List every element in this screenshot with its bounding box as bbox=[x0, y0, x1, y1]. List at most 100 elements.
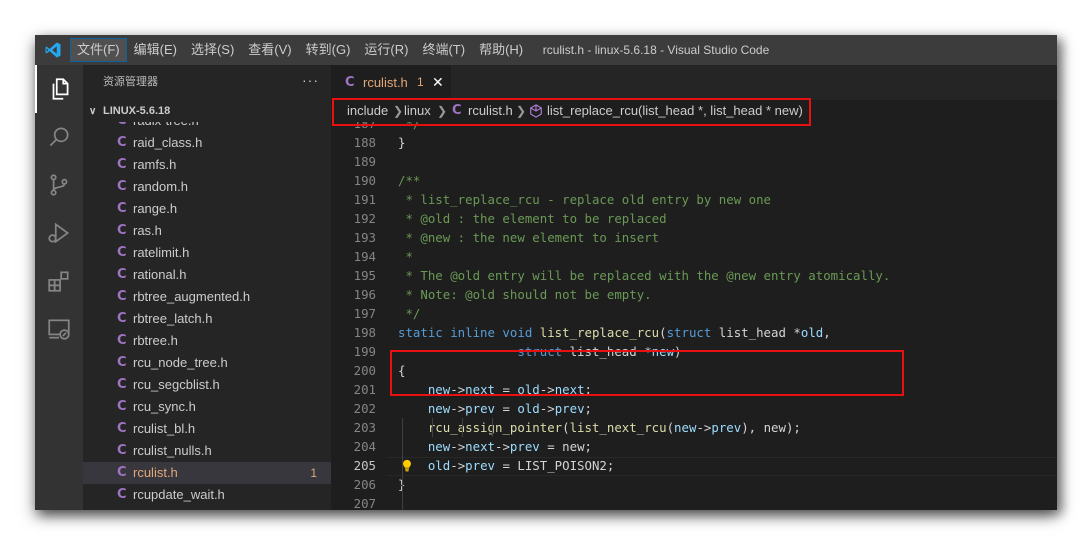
line-content: static inline void list_replace_rcu(stru… bbox=[398, 323, 831, 342]
search-button[interactable] bbox=[35, 113, 83, 161]
remote-explorer-button[interactable] bbox=[35, 305, 83, 353]
code-token: /** bbox=[398, 173, 421, 188]
code-token: ( bbox=[562, 420, 570, 435]
code-line: 202 new->prev = old->prev; bbox=[331, 399, 1057, 418]
explorer-button[interactable] bbox=[35, 65, 83, 113]
search-icon bbox=[49, 127, 69, 147]
file-item[interactable]: Craid_class.h bbox=[83, 132, 331, 154]
code-token: list_head bbox=[718, 325, 794, 340]
folder-header[interactable]: ∨ LINUX-5.6.18 bbox=[83, 100, 331, 122]
line-content: * list_replace_rcu - replace old entry b… bbox=[398, 190, 771, 209]
code-token: ; bbox=[584, 401, 593, 416]
file-item[interactable]: Crculist_nulls.h bbox=[83, 440, 331, 462]
code-line: 198 static inline void list_replace_rcu(s… bbox=[331, 323, 1057, 342]
c-file-icon: C bbox=[117, 122, 127, 132]
line-content: * @old : the element to be replaced bbox=[398, 209, 667, 228]
code-token: ), new); bbox=[741, 420, 801, 435]
line-number: 193 bbox=[353, 230, 376, 245]
line-number: 203 bbox=[353, 420, 376, 435]
c-file-icon: C bbox=[117, 487, 127, 502]
code-token: */ bbox=[398, 306, 421, 321]
source-control-button[interactable] bbox=[35, 161, 83, 209]
chevron-down-icon: ∨ bbox=[89, 106, 97, 117]
line-content: * Note: @old should not be empty. bbox=[398, 285, 652, 304]
line-number: 195 bbox=[353, 268, 376, 283]
file-item[interactable]: Crbtree_augmented.h bbox=[83, 286, 331, 308]
file-item[interactable]: Cramfs.h bbox=[83, 154, 331, 176]
c-file-icon: C bbox=[117, 245, 127, 260]
file-item[interactable]: Crcu_node_tree.h bbox=[83, 352, 331, 374]
file-item[interactable]: Crcu_segcblist.h bbox=[83, 374, 331, 396]
file-item[interactable]: Cradix-tree.h bbox=[83, 122, 331, 132]
run-debug-button[interactable] bbox=[35, 209, 83, 257]
file-name: random.h bbox=[133, 179, 188, 194]
run-debug-icon bbox=[48, 222, 70, 244]
tab-label: rculist.h bbox=[363, 75, 408, 90]
code-token: * @old : the element to be replaced bbox=[398, 211, 667, 226]
file-problem-count: 1 bbox=[310, 466, 317, 480]
signature-highlight-box bbox=[390, 350, 904, 396]
c-file-icon: C bbox=[117, 157, 127, 172]
code-editor[interactable]: 187 */188} 189 190/** 191 * list_replace_rc… bbox=[331, 122, 1057, 510]
more-actions-button[interactable]: ··· bbox=[302, 65, 319, 100]
code-token: * bbox=[398, 249, 413, 264]
indent-guide bbox=[432, 418, 433, 437]
file-item[interactable]: Cratelimit.h bbox=[83, 242, 331, 264]
line-number: 201 bbox=[353, 382, 376, 397]
file-item[interactable]: Crcupdate_wait.h bbox=[83, 484, 331, 506]
code-token: prev bbox=[554, 401, 585, 416]
file-name: radix-tree.h bbox=[133, 122, 199, 132]
code-token: -> bbox=[539, 401, 555, 416]
code-token: * bbox=[793, 325, 801, 340]
code-token: * The @old entry will be replaced with t… bbox=[398, 268, 891, 283]
code-token: * Note: @old should not be empty. bbox=[398, 287, 652, 302]
tab-rculist[interactable]: C rculist.h 1 ✕ bbox=[331, 65, 451, 100]
code-token: new bbox=[674, 420, 697, 435]
code-token: , bbox=[823, 325, 831, 340]
c-file-icon: C bbox=[117, 355, 127, 370]
file-item[interactable]: Crbtree.h bbox=[83, 330, 331, 352]
c-file-icon: C bbox=[117, 443, 127, 458]
code-line: 197 */ bbox=[331, 304, 1057, 323]
code-token: -> bbox=[696, 420, 712, 435]
file-item[interactable]: Cras.h bbox=[83, 220, 331, 242]
line-number: 196 bbox=[353, 287, 376, 302]
file-item[interactable]: Crculist.h 1 bbox=[83, 462, 331, 484]
code-token: = LIST_POISON2; bbox=[495, 458, 615, 473]
c-file-icon: C bbox=[117, 179, 127, 194]
file-name: rcu_sync.h bbox=[133, 399, 196, 414]
tab-bar: C rculist.h 1 ✕ bbox=[331, 65, 1057, 100]
extensions-button[interactable] bbox=[35, 257, 83, 305]
file-item[interactable]: Crculist_bl.h bbox=[83, 418, 331, 440]
line-number: 191 bbox=[353, 192, 376, 207]
code-token: -> bbox=[450, 401, 466, 416]
code-token: ( bbox=[666, 420, 675, 435]
extensions-icon bbox=[48, 271, 69, 292]
code-line: 190 /** bbox=[331, 171, 1057, 190]
code-token: -> bbox=[495, 439, 510, 454]
code-token: old bbox=[800, 325, 824, 340]
line-number: 200 bbox=[353, 363, 376, 378]
file-item[interactable]: Crandom.h bbox=[83, 176, 331, 198]
line-number: 188 bbox=[353, 135, 376, 150]
file-item[interactable]: Crbtree_latch.h bbox=[83, 308, 331, 330]
files-icon bbox=[52, 78, 69, 100]
line-content: * @new : the new element to insert bbox=[398, 228, 659, 247]
c-file-icon: C bbox=[117, 465, 127, 480]
code-line: 188} bbox=[331, 133, 1057, 152]
line-content: old->prev = LIST_POISON2; bbox=[398, 456, 615, 475]
file-item[interactable]: Crange.h bbox=[83, 198, 331, 220]
explorer-title: 资源管理器 bbox=[103, 76, 158, 88]
line-number: 198 bbox=[353, 325, 376, 340]
vscode-window: 文件(F) 编辑(E) 选择(S) 查看(V) 转到(G) 运行(R) 终端(T) 帮助(H)… bbox=[35, 35, 1057, 510]
line-number: 194 bbox=[353, 249, 376, 264]
code-token: prev bbox=[509, 439, 540, 454]
code-token: = new; bbox=[539, 439, 592, 454]
tab-close-button[interactable]: ✕ bbox=[432, 65, 444, 100]
folder-name: LINUX-5.6.18 bbox=[103, 105, 171, 117]
file-item[interactable]: Crational.h bbox=[83, 264, 331, 286]
indent-guide bbox=[402, 418, 403, 510]
remote-explorer-icon bbox=[48, 319, 70, 340]
file-item[interactable]: Crcu_sync.h bbox=[83, 396, 331, 418]
